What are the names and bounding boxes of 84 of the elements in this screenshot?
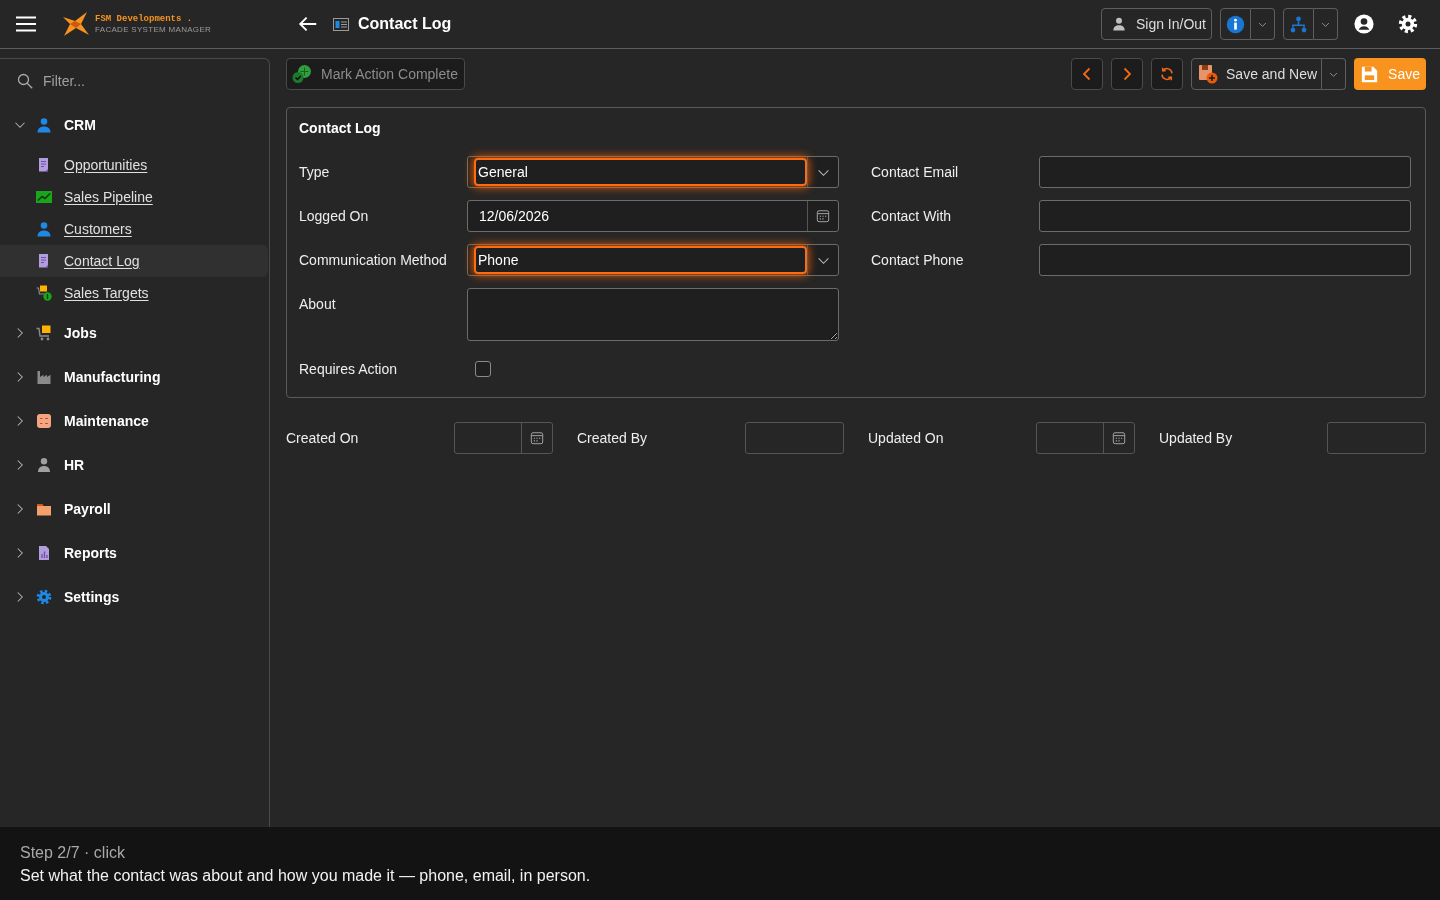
- check-circle-icon: [292, 64, 312, 84]
- search-icon: [17, 73, 33, 89]
- dropdown-button[interactable]: [1322, 58, 1347, 90]
- contact-card-icon: [333, 17, 349, 31]
- user-icon: [1111, 17, 1126, 31]
- field-label: Contact Email: [871, 163, 960, 182]
- settings-button[interactable]: [1398, 14, 1418, 34]
- nav-item[interactable]: Contact Log: [0, 245, 268, 277]
- menu-icon: [16, 16, 36, 32]
- nav-item[interactable]: Sales Pipeline: [0, 181, 268, 213]
- text-area[interactable]: [467, 288, 839, 341]
- cart-icon: [36, 325, 52, 341]
- field-label: Requires Action: [299, 360, 399, 379]
- info-icon: [1226, 14, 1245, 34]
- nav-section[interactable]: HR: [0, 449, 268, 481]
- field-label: Created By: [577, 428, 649, 448]
- select-value[interactable]: Phone: [474, 246, 807, 274]
- date-field[interactable]: 12/06/2026: [467, 200, 839, 232]
- checkbox[interactable]: [475, 361, 491, 377]
- calendar-icon: [1112, 431, 1126, 445]
- text-field[interactable]: [745, 422, 844, 454]
- previous-button[interactable]: [1071, 58, 1103, 90]
- sitemap-button[interactable]: [1283, 8, 1314, 40]
- field-label: Contact Phone: [871, 251, 965, 270]
- nav-item[interactable]: Opportunities: [0, 149, 268, 181]
- report-icon: [36, 545, 52, 561]
- field-label: Created On: [286, 428, 360, 448]
- select-field[interactable]: General: [467, 156, 839, 188]
- factory-icon: [36, 369, 52, 385]
- text-field[interactable]: [1039, 200, 1411, 232]
- nav-section[interactable]: Reports: [0, 537, 268, 569]
- calendar-icon: [530, 431, 544, 445]
- date-field[interactable]: [454, 422, 553, 454]
- info-button[interactable]: [1220, 8, 1251, 40]
- nav-item[interactable]: Customers: [0, 213, 268, 245]
- text-field[interactable]: [1327, 422, 1426, 454]
- person-icon: [36, 117, 52, 133]
- nav-section[interactable]: Settings: [0, 581, 268, 613]
- dropdown-button[interactable]: [1314, 8, 1338, 40]
- nav-section[interactable]: Payroll: [0, 493, 268, 525]
- date-field[interactable]: [1036, 422, 1135, 454]
- calendar-icon: [816, 209, 830, 223]
- nav-section[interactable]: Maintenance: [0, 405, 268, 437]
- text-field[interactable]: [1039, 244, 1411, 276]
- refresh-icon: [1159, 66, 1175, 82]
- chart-icon: [36, 189, 52, 205]
- folder-icon: [36, 501, 52, 517]
- field-label: Updated On: [868, 428, 945, 448]
- field-label: Communication Method: [299, 251, 448, 270]
- checklist-icon: [36, 413, 52, 429]
- text-field[interactable]: [1039, 156, 1411, 188]
- section-title: Contact Log: [299, 119, 382, 138]
- sign-in-button[interactable]: Sign In/Out: [1100, 8, 1212, 40]
- settings-icon: [1398, 14, 1418, 34]
- field-label: Contact With: [871, 207, 953, 226]
- next-button[interactable]: [1111, 58, 1143, 90]
- field-label: Updated By: [1159, 428, 1234, 448]
- sitemap-icon: [1289, 14, 1308, 34]
- select-value[interactable]: General: [474, 158, 807, 186]
- select-field[interactable]: Phone: [467, 244, 839, 276]
- logo-icon: [62, 11, 90, 37]
- account-icon: [1354, 14, 1374, 34]
- nav-section[interactable]: CRM: [0, 109, 268, 141]
- person-icon: [36, 457, 52, 473]
- page-title: Contact Log: [358, 14, 452, 34]
- field-label: Type: [299, 163, 331, 182]
- save-plus-icon: [1198, 64, 1218, 84]
- tutorial-step: Step 2/7 · click: [20, 841, 1420, 864]
- field-label: About: [299, 295, 337, 314]
- filter-field[interactable]: Filter...: [43, 69, 243, 93]
- person-icon: [36, 221, 52, 237]
- logo-text: FSM Developments .: [95, 13, 194, 25]
- save-and-new-button[interactable]: Save and New: [1191, 58, 1323, 90]
- cart-icon: [36, 285, 52, 301]
- nav-section[interactable]: Manufacturing: [0, 361, 268, 393]
- refresh-button[interactable]: [1151, 58, 1183, 90]
- account-button[interactable]: [1354, 14, 1374, 34]
- nav-section[interactable]: Jobs: [0, 317, 268, 349]
- gear-icon: [36, 589, 52, 605]
- save-icon: [1361, 65, 1379, 83]
- tutorial-instruction: Set what the contact was about and how you made it — phone, email, in person.: [20, 866, 592, 886]
- nav-item[interactable]: Sales Targets: [0, 277, 268, 309]
- logo-tagline: FACADE SYSTEM MANAGER: [95, 24, 212, 35]
- field-label: Logged On: [299, 207, 370, 226]
